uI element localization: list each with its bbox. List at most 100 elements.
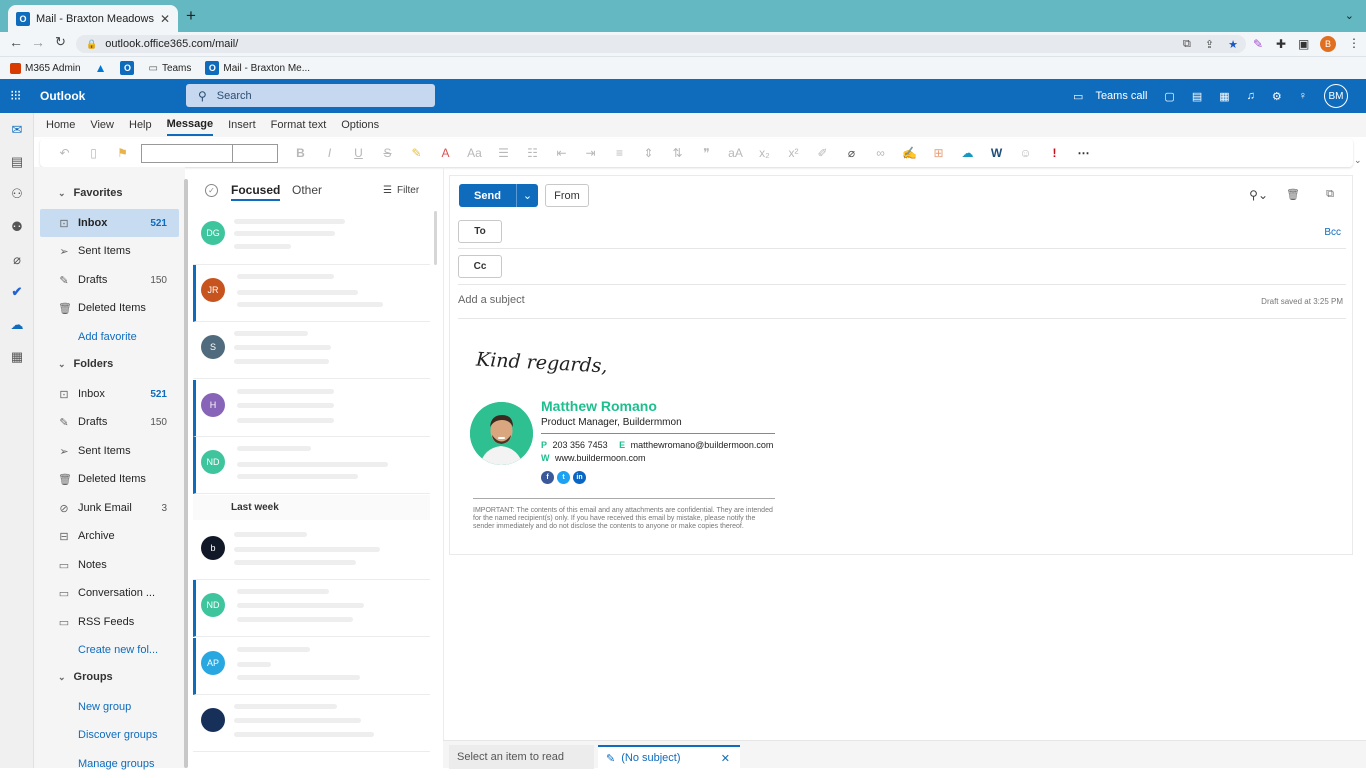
people-icon[interactable]: ⚇ bbox=[8, 185, 26, 203]
bell-icon[interactable]: ♫ bbox=[1247, 90, 1255, 102]
bookmark-star-icon[interactable]: ★ bbox=[1228, 38, 1238, 51]
message-row[interactable]: S bbox=[193, 322, 430, 379]
from-button[interactable]: From bbox=[545, 184, 589, 207]
calendar-icon[interactable]: ▤ bbox=[8, 153, 26, 171]
groups-header[interactable]: ⌄ Groups bbox=[58, 671, 113, 683]
clear-formatting-icon[interactable]: ✐ bbox=[808, 146, 837, 160]
superscript-icon[interactable]: x² bbox=[779, 146, 808, 160]
favorites-header[interactable]: ⌄ Favorites bbox=[58, 187, 122, 199]
twitter-icon[interactable]: t bbox=[557, 471, 570, 484]
subject-input[interactable]: Add a subject bbox=[458, 294, 1158, 310]
wisestamp-icon[interactable]: W bbox=[982, 146, 1011, 160]
paste-icon[interactable]: ▯ bbox=[79, 146, 108, 160]
folder-rss-feeds[interactable]: ▭ RSS Feeds bbox=[40, 608, 179, 636]
new-tab-button[interactable]: + bbox=[186, 6, 196, 26]
message-row[interactable]: ND bbox=[193, 437, 430, 494]
favorite-inbox[interactable]: ⊡ Inbox 521 bbox=[40, 209, 179, 237]
close-draft-icon[interactable]: ✕ bbox=[721, 752, 730, 765]
message-row[interactable] bbox=[193, 695, 430, 752]
addin-grid-icon[interactable]: ⊞ bbox=[924, 146, 953, 160]
quote-icon[interactable]: ❞ bbox=[692, 146, 721, 160]
folders-header[interactable]: ⌄ Folders bbox=[58, 358, 113, 370]
message-list-scrollbar[interactable] bbox=[434, 211, 437, 265]
salesforce-icon[interactable]: ☁ bbox=[953, 146, 982, 160]
select-all-icon[interactable]: ✓ bbox=[205, 184, 218, 197]
url-bar[interactable]: 🔒 outlook.office365.com/mail/ ⧉ ⇪ ★ bbox=[76, 35, 1246, 53]
app-name[interactable]: Outlook bbox=[40, 89, 85, 103]
discover-groups-link[interactable]: Discover groups bbox=[40, 721, 179, 749]
tab-insert[interactable]: Insert bbox=[228, 115, 256, 135]
onedrive-icon[interactable]: ☁ bbox=[8, 316, 26, 334]
message-row[interactable]: AP bbox=[193, 638, 430, 695]
tab-help[interactable]: Help bbox=[129, 115, 152, 135]
new-group-link[interactable]: New group bbox=[40, 693, 179, 721]
favorite-sent-items[interactable]: ➢ Sent Items bbox=[40, 237, 179, 265]
tab-home[interactable]: Home bbox=[46, 115, 75, 135]
font-color-icon[interactable]: A bbox=[431, 146, 460, 160]
facebook-icon[interactable]: f bbox=[541, 471, 554, 484]
font-name-field[interactable] bbox=[141, 143, 233, 163]
tab-options[interactable]: Options bbox=[341, 115, 379, 135]
subscript-icon[interactable]: x₂ bbox=[750, 146, 779, 160]
bookmark-item[interactable]: O bbox=[120, 61, 135, 75]
browser-menu-icon[interactable]: ⋮ bbox=[1348, 36, 1360, 50]
message-row[interactable]: b bbox=[193, 523, 430, 580]
account-avatar[interactable]: BM bbox=[1324, 84, 1348, 108]
tab-search-chevron-icon[interactable]: ⌄ bbox=[1345, 9, 1354, 22]
forward-arrow-icon[interactable]: → bbox=[31, 34, 45, 50]
message-row[interactable]: DG bbox=[193, 208, 430, 265]
my-day-icon[interactable]: ▦ bbox=[1219, 90, 1229, 103]
align-icon[interactable]: ≡ bbox=[605, 146, 634, 160]
todo-icon[interactable]: ✔ bbox=[8, 283, 26, 301]
search-box[interactable]: ⚲ Search bbox=[186, 84, 435, 107]
zoom-icon[interactable]: ⚲⌄ bbox=[1249, 188, 1268, 202]
styles-icon[interactable]: Aa bbox=[460, 146, 489, 160]
discard-trash-icon[interactable]: 🗑 bbox=[1286, 188, 1300, 201]
favorite-drafts[interactable]: ✎ Drafts 150 bbox=[40, 266, 179, 294]
highlight-icon[interactable]: ✎ bbox=[402, 146, 431, 160]
bookmark-item[interactable]: ▭ Teams bbox=[148, 63, 191, 74]
mail-icon[interactable]: ✉ bbox=[8, 121, 26, 139]
ribbon-collapse-icon[interactable]: ⌄ bbox=[1354, 155, 1362, 166]
tab-focused[interactable]: Focused bbox=[231, 183, 281, 201]
numbering-icon[interactable]: ☷ bbox=[518, 146, 547, 160]
gear-icon[interactable]: ⚙ bbox=[1272, 90, 1282, 103]
folder-deleted-items[interactable]: 🗑 Deleted Items bbox=[40, 465, 179, 493]
format-painter-icon[interactable]: ⚑ bbox=[108, 146, 137, 160]
close-tab-icon[interactable]: ✕ bbox=[160, 12, 170, 26]
italic-icon[interactable]: I bbox=[315, 146, 344, 160]
cc-button[interactable]: Cc bbox=[458, 255, 502, 278]
extensions-puzzle-icon[interactable]: ✚ bbox=[1276, 37, 1286, 51]
email-address[interactable]: matthewromano@buildermoon.com bbox=[631, 440, 774, 450]
undo-icon[interactable]: ↶ bbox=[50, 146, 79, 160]
paragraph-icon[interactable]: ⇅ bbox=[663, 146, 692, 160]
chat-icon[interactable]: ▢ bbox=[1164, 90, 1174, 103]
increase-indent-icon[interactable]: ⇥ bbox=[576, 146, 605, 160]
font-size-field[interactable] bbox=[233, 143, 278, 163]
filter-button[interactable]: ☰ Filter bbox=[383, 185, 419, 196]
teams-call-button[interactable]: ▭ Teams call bbox=[1073, 90, 1147, 103]
tab-other[interactable]: Other bbox=[292, 183, 322, 197]
message-body[interactable]: Kind regards, Matthew Romano Product Man… bbox=[458, 322, 1346, 550]
message-row[interactable]: JR bbox=[193, 265, 430, 322]
manage-groups-link[interactable]: Manage groups bbox=[40, 750, 179, 778]
groups-icon[interactable]: ⚉ bbox=[8, 218, 26, 236]
emoji-icon[interactable]: ☺ bbox=[1011, 146, 1040, 160]
website[interactable]: www.buildermoon.com bbox=[555, 453, 646, 463]
attachment-icon[interactable]: ⌀ bbox=[8, 251, 26, 269]
folder-archive[interactable]: ⊟ Archive bbox=[40, 522, 179, 550]
importance-icon[interactable]: ! bbox=[1040, 146, 1069, 160]
pop-out-icon[interactable]: ⧉ bbox=[1326, 188, 1334, 201]
draft-tab[interactable]: ✎ (No subject) ✕ bbox=[598, 745, 740, 769]
tab-message[interactable]: Message bbox=[166, 114, 214, 136]
extension-pen-icon[interactable]: ✎ bbox=[1253, 37, 1263, 51]
underline-icon[interactable]: U bbox=[344, 146, 373, 160]
folder-pane-scrollbar[interactable] bbox=[184, 179, 188, 768]
attach-icon[interactable]: ⌀ bbox=[837, 146, 866, 160]
cc-input[interactable] bbox=[508, 255, 1338, 278]
more-options-icon[interactable]: ⋯ bbox=[1069, 146, 1098, 160]
folder-inbox[interactable]: ⊡ Inbox 521 bbox=[40, 380, 179, 408]
signature-icon[interactable]: ✍ bbox=[895, 146, 924, 160]
back-arrow-icon[interactable]: ← bbox=[9, 34, 23, 50]
folder-notes[interactable]: ▭ Notes bbox=[40, 551, 179, 579]
